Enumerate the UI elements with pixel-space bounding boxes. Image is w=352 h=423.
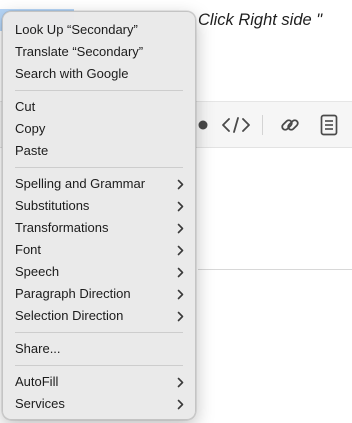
menu-item-label: Speech <box>15 264 60 279</box>
chevron-right-icon <box>177 283 184 305</box>
menu-item-spelling-and-grammar[interactable]: Spelling and Grammar <box>3 173 195 195</box>
chevron-right-icon <box>177 371 184 393</box>
menu-item-label: Paragraph Direction <box>15 286 131 301</box>
menu-item-label: Transformations <box>15 220 109 235</box>
menu-item-font[interactable]: Font <box>3 239 195 261</box>
menu-item-copy[interactable]: Copy <box>3 118 195 140</box>
menu-separator <box>15 90 183 91</box>
menu-item-translate[interactable]: Translate “Secondary” <box>3 41 195 63</box>
menu-item-substitutions[interactable]: Substitutions <box>3 195 195 217</box>
menu-item-cut[interactable]: Cut <box>3 96 195 118</box>
menu-item-label: Look Up “Secondary” <box>15 22 138 37</box>
document-icon[interactable] <box>319 114 339 136</box>
chevron-right-icon <box>177 195 184 217</box>
page-heading-fragment: Click Right side " <box>198 11 323 29</box>
menu-item-share[interactable]: Share... <box>3 338 195 360</box>
menu-item-label: Substitutions <box>15 198 90 213</box>
menu-item-label: Cut <box>15 99 36 114</box>
editor-divider <box>198 269 352 270</box>
menu-separator <box>15 332 183 333</box>
menu-item-label: Selection Direction <box>15 308 124 323</box>
menu-item-label: Search with Google <box>15 66 129 81</box>
menu-item-speech[interactable]: Speech <box>3 261 195 283</box>
menu-item-label: Copy <box>15 121 46 136</box>
context-menu: Look Up “Secondary” Translate “Secondary… <box>2 11 196 420</box>
toolbar-divider <box>262 115 263 135</box>
menu-item-label: Spelling and Grammar <box>15 176 146 191</box>
link-icon[interactable] <box>279 114 301 136</box>
menu-item-label: Paste <box>15 143 49 158</box>
menu-item-label: Services <box>15 396 65 411</box>
menu-item-label: AutoFill <box>15 374 59 389</box>
menu-item-autofill[interactable]: AutoFill <box>3 371 195 393</box>
menu-item-label: Share... <box>15 341 61 356</box>
chevron-right-icon <box>177 305 184 327</box>
chevron-right-icon <box>177 239 184 261</box>
menu-item-paste[interactable]: Paste <box>3 140 195 162</box>
menu-item-selection-direction[interactable]: Selection Direction <box>3 305 195 327</box>
bullet-icon[interactable] <box>196 114 210 136</box>
menu-item-paragraph-direction[interactable]: Paragraph Direction <box>3 283 195 305</box>
chevron-right-icon <box>177 393 184 415</box>
menu-item-search-with-google[interactable]: Search with Google <box>3 63 195 85</box>
chevron-right-icon <box>177 173 184 195</box>
menu-item-label: Font <box>15 242 42 257</box>
menu-item-look-up[interactable]: Look Up “Secondary” <box>3 19 195 41</box>
menu-item-label: Translate “Secondary” <box>15 44 144 59</box>
chevron-right-icon <box>177 261 184 283</box>
code-icon[interactable] <box>221 114 251 136</box>
menu-item-transformations[interactable]: Transformations <box>3 217 195 239</box>
chevron-right-icon <box>177 217 184 239</box>
menu-separator <box>15 365 183 366</box>
menu-separator <box>15 167 183 168</box>
menu-item-services[interactable]: Services <box>3 393 195 415</box>
